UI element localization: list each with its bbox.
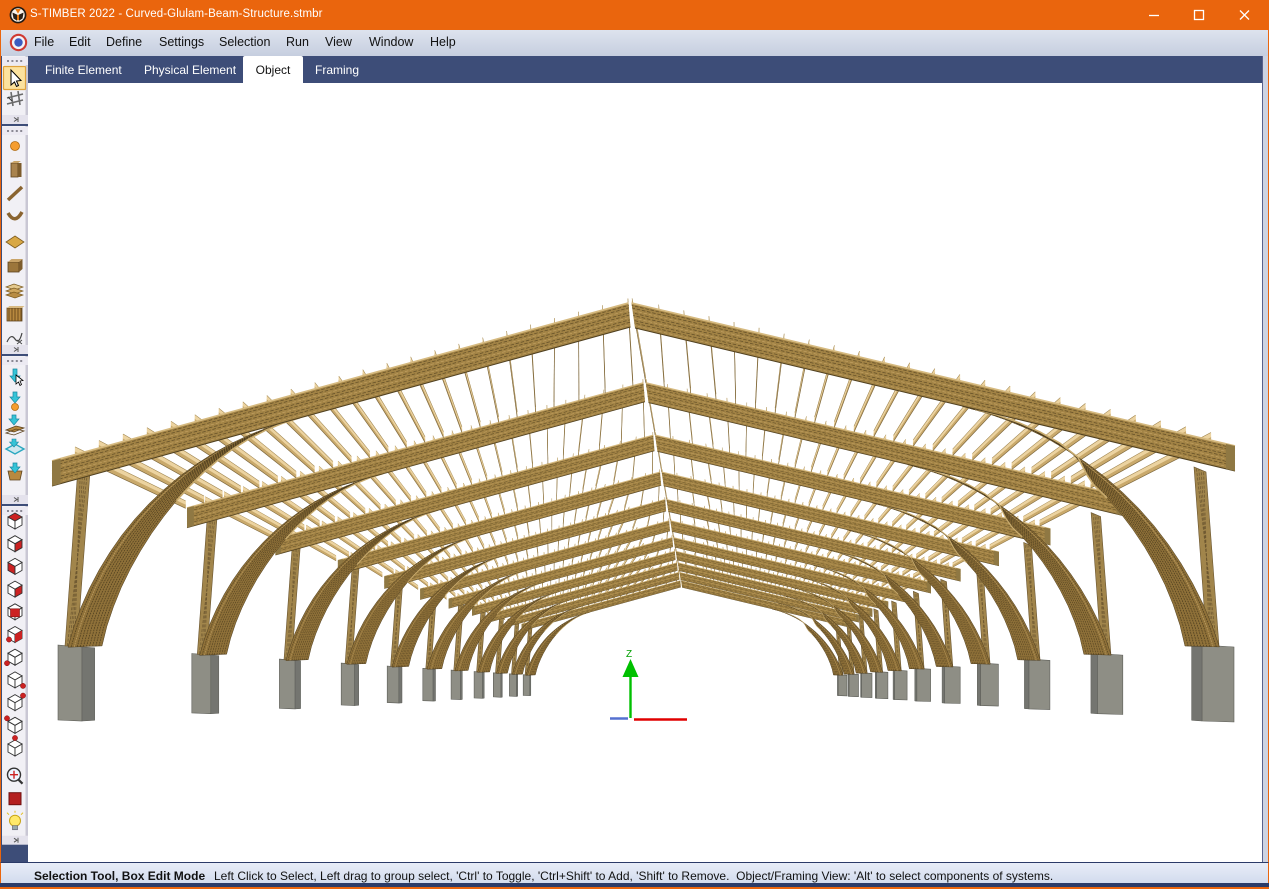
svg-text:Z: Z bbox=[626, 649, 632, 660]
